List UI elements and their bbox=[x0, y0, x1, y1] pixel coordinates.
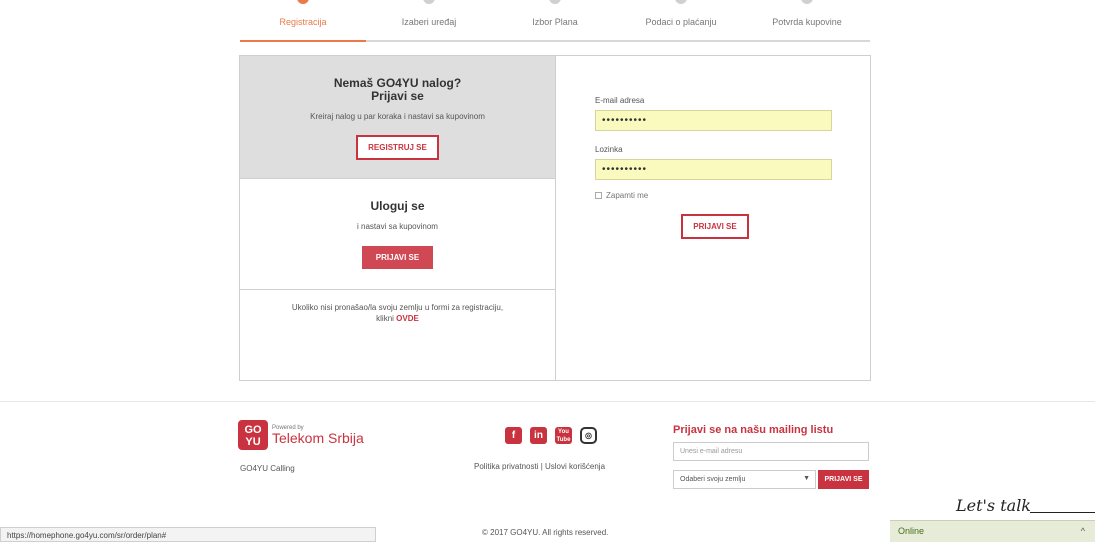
not-found-link[interactable]: OVDE bbox=[396, 314, 419, 323]
country-not-found-note: Ukoliko nisi pronašao/la svoju zemlju u … bbox=[240, 302, 555, 324]
browser-status-url: https://homephone.go4yu.com/sr/order/pla… bbox=[0, 527, 376, 542]
email-field[interactable]: •••••••••• bbox=[595, 110, 832, 131]
remember-checkbox[interactable] bbox=[595, 192, 602, 199]
register-button[interactable]: REGISTRUJ SE bbox=[356, 135, 439, 160]
not-found-text: Ukoliko nisi pronašao/la svoju zemlju u … bbox=[291, 303, 504, 312]
step-izbor-plana[interactable]: Izbor Plana bbox=[492, 0, 618, 42]
chevron-up-icon[interactable]: ^ bbox=[1081, 526, 1085, 536]
social-links: f in You Tube ◎ bbox=[505, 427, 597, 444]
auth-panel: Nemaš GO4YU nalog? Prijavi se Kreiraj na… bbox=[239, 55, 871, 381]
country-select-value: Odaberi svoju zemlju bbox=[680, 476, 746, 483]
facebook-icon[interactable]: f bbox=[505, 427, 522, 444]
register-title: Nemaš GO4YU nalog? Prijavi se bbox=[240, 77, 555, 103]
register-subtitle: Kreiraj nalog u par koraka i nastavi sa … bbox=[310, 112, 485, 121]
step-potvrda-kupovine[interactable]: Potvrda kupovine bbox=[744, 0, 870, 42]
lets-talk-label[interactable]: Let's talk bbox=[956, 496, 1031, 515]
email-label: E-mail adresa bbox=[595, 96, 645, 105]
step-registracija[interactable]: Registracija bbox=[240, 0, 366, 42]
step-izaberi-uredjaj[interactable]: Izaberi uređaj bbox=[366, 0, 492, 42]
login-section: Uloguj se i nastavi sa kupovinom PRIJAVI… bbox=[240, 180, 555, 290]
step-dot bbox=[801, 0, 813, 4]
go4yu-calling-link[interactable]: GO4YU Calling bbox=[240, 464, 295, 473]
step-label: Izaberi uređaj bbox=[401, 17, 457, 27]
login-panel-button[interactable]: PRIJAVI SE bbox=[361, 246, 434, 269]
mailing-list-title: Prijavi se na našu mailing listu bbox=[673, 424, 834, 436]
instagram-icon[interactable]: ◎ bbox=[580, 427, 597, 444]
step-podaci-o-placanju[interactable]: Podaci o plaćanju bbox=[618, 0, 744, 42]
login-submit-button[interactable]: PRIJAVI SE bbox=[681, 214, 749, 239]
step-label: Registracija bbox=[279, 17, 327, 27]
step-dot bbox=[549, 0, 561, 4]
copyright-text: © 2017 GO4YU. All rights reserved. bbox=[482, 528, 609, 537]
login-subtitle: i nastavi sa kupovinom bbox=[357, 222, 438, 231]
step-label: Podaci o plaćanju bbox=[645, 17, 717, 27]
footer-legal-links[interactable]: Politika privatnosti | Uslovi korišćenja bbox=[474, 462, 605, 471]
country-select[interactable]: Odaberi svoju zemlju ▼ bbox=[673, 470, 816, 489]
remember-me[interactable]: Zapamti me bbox=[595, 191, 835, 200]
step-dot bbox=[675, 0, 687, 4]
go4yu-logo-icon: GO YU bbox=[238, 420, 268, 450]
step-label: Potvrda kupovine bbox=[772, 17, 842, 27]
brand-text: Powered by Telekom Srbija bbox=[272, 425, 364, 446]
brand-logo-block[interactable]: GO YU Powered by Telekom Srbija bbox=[238, 420, 364, 450]
not-found-text2: klikni bbox=[376, 314, 394, 323]
remember-label: Zapamti me bbox=[606, 191, 649, 200]
register-title-line2: Prijavi se bbox=[371, 89, 424, 103]
brand-name: Telekom Srbija bbox=[272, 429, 364, 446]
youtube-icon[interactable]: You Tube bbox=[555, 427, 572, 444]
register-title-line1: Nemaš GO4YU nalog? bbox=[333, 76, 462, 90]
register-section: Nemaš GO4YU nalog? Prijavi se Kreiraj na… bbox=[240, 56, 555, 179]
left-column: Nemaš GO4YU nalog? Prijavi se Kreiraj na… bbox=[240, 56, 556, 380]
chat-status: Online bbox=[898, 526, 925, 536]
progress-stepper: Registracija Izaberi uređaj Izbor Plana … bbox=[240, 0, 870, 42]
password-label: Lozinka bbox=[595, 145, 623, 154]
mailing-email-input[interactable]: Unesi e-mail adresu bbox=[673, 442, 869, 461]
footer-divider bbox=[0, 401, 1095, 402]
dropdown-arrow-icon: ▼ bbox=[803, 475, 810, 482]
logo-text-2: YU bbox=[245, 436, 261, 448]
login-title: Uloguj se bbox=[370, 199, 425, 213]
login-form: E-mail adresa •••••••••• Lozinka •••••••… bbox=[595, 96, 835, 239]
step-dot bbox=[423, 0, 435, 4]
chat-widget[interactable]: Online ^ bbox=[890, 520, 1095, 542]
step-active-bar bbox=[240, 40, 366, 42]
mailing-subscribe-button[interactable]: PRIJAVI SE bbox=[818, 470, 869, 489]
linkedin-icon[interactable]: in bbox=[530, 427, 547, 444]
lets-talk-underline bbox=[1030, 512, 1095, 513]
password-field[interactable]: •••••••••• bbox=[595, 159, 832, 180]
logo-text-1: GO bbox=[244, 424, 262, 436]
step-dot bbox=[297, 0, 309, 4]
step-label: Izbor Plana bbox=[532, 17, 578, 27]
